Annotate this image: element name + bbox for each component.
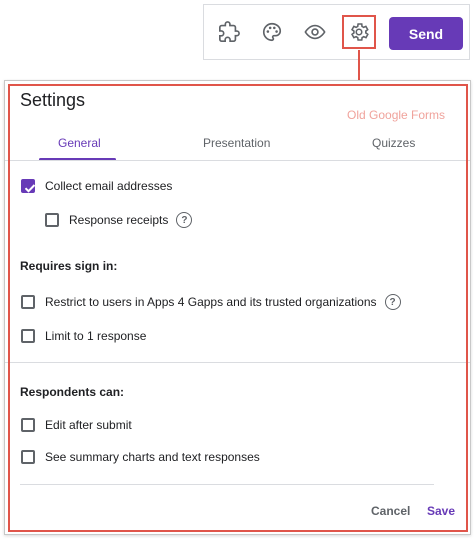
see-summary-option[interactable]: See summary charts and text responses (21, 450, 260, 464)
checkmark-icon (24, 184, 36, 193)
limit-response-option[interactable]: Limit to 1 response (21, 329, 146, 343)
respondents-can-heading: Respondents can: (20, 385, 125, 399)
collect-email-checkbox[interactable] (21, 179, 36, 193)
response-receipts-label: Response receipts (69, 213, 169, 227)
dialog-title: Settings (20, 90, 86, 110)
form-toolbar: Send (203, 4, 470, 60)
footer-divider (20, 484, 434, 485)
tab-quizzes[interactable]: Quizzes (372, 136, 415, 150)
section-divider (5, 362, 470, 363)
tab-presentation[interactable]: Presentation (203, 136, 270, 150)
response-receipts-checkbox[interactable] (45, 213, 59, 227)
send-button[interactable]: Send (389, 17, 463, 50)
help-icon[interactable]: ? (384, 294, 401, 310)
response-receipts-option[interactable]: Response receipts ? (45, 212, 193, 228)
collect-email-label: Collect email addresses (45, 179, 173, 193)
limit-response-checkbox[interactable] (21, 329, 35, 343)
requires-sign-in-heading: Requires sign in: (20, 259, 118, 273)
restrict-users-label: Restrict to users in Apps 4 Gapps and it… (45, 295, 377, 309)
restrict-users-option[interactable]: Restrict to users in Apps 4 Gapps and it… (21, 294, 401, 310)
limit-response-label: Limit to 1 response (45, 329, 147, 343)
gear-icon[interactable] (342, 15, 376, 49)
collect-email-option[interactable]: Collect email addresses (21, 179, 172, 193)
restrict-users-checkbox[interactable] (21, 295, 35, 309)
tab-general[interactable]: General (58, 136, 101, 150)
palette-icon[interactable] (259, 19, 285, 45)
eye-icon[interactable] (302, 19, 328, 45)
edit-after-submit-option[interactable]: Edit after submit (21, 418, 132, 432)
see-summary-checkbox[interactable] (21, 450, 35, 464)
addon-puzzle-icon[interactable] (216, 19, 242, 45)
see-summary-label: See summary charts and text responses (45, 450, 260, 464)
cancel-button[interactable]: Cancel (371, 504, 410, 518)
edit-after-submit-checkbox[interactable] (21, 418, 35, 432)
edit-after-submit-label: Edit after submit (45, 418, 132, 432)
help-icon[interactable]: ? (176, 212, 193, 228)
save-button[interactable]: Save (427, 504, 455, 518)
annotation-note: Old Google Forms (347, 108, 446, 122)
tabs-divider (5, 160, 470, 161)
